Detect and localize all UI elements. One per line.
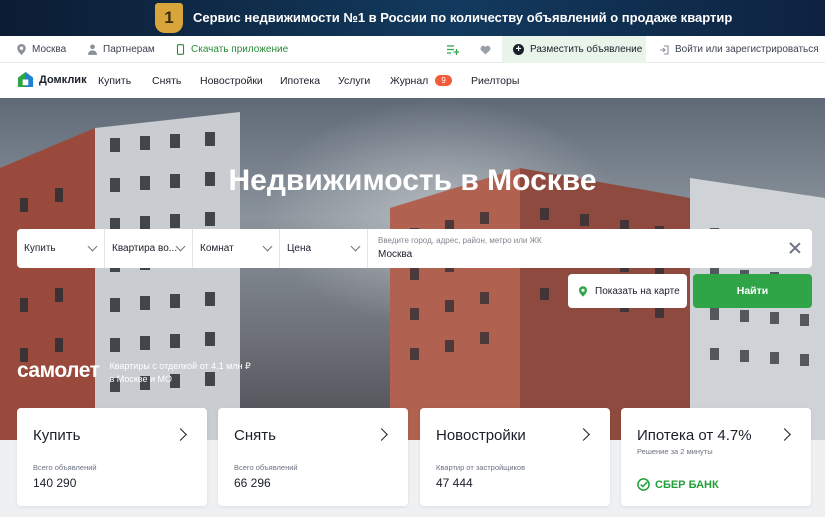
card-subtitle: Квартир от застройщиков xyxy=(436,463,526,472)
address-placeholder: Введите город, адрес, район, метро или Ж… xyxy=(378,236,542,245)
nav-item-rent[interactable]: Снять xyxy=(152,63,181,98)
nav-item-new-buildings[interactable]: Новостройки xyxy=(200,63,263,98)
utility-bar: Москва Партнерам Скачать приложение + Ра… xyxy=(0,36,825,63)
building-left-image xyxy=(0,112,240,440)
card-title: Ипотека от 4.7% xyxy=(637,427,752,444)
download-app-label: Скачать приложение xyxy=(191,44,289,55)
nav-item-label: Снять xyxy=(152,74,182,87)
card-title: Новостройки xyxy=(436,427,526,444)
nav-item-buy[interactable]: Купить xyxy=(98,63,131,98)
login-link[interactable]: Войти или зарегистрироваться xyxy=(659,36,819,63)
find-button[interactable]: Найти xyxy=(693,274,812,308)
domclick-logo[interactable]: Домклик xyxy=(17,71,87,88)
nav-item-label: Купить xyxy=(98,74,132,87)
post-ad-button[interactable]: + Разместить объявление xyxy=(502,36,646,63)
promo-text: Сервис недвижимости №1 в России по колич… xyxy=(193,10,733,25)
show-on-map-label: Показать на карте xyxy=(595,285,680,297)
map-pin-icon xyxy=(579,285,587,297)
hero-section: Недвижимость в Москве xyxy=(0,98,825,440)
developer-ad-text: Квартиры с отделкой от 4,1 млн ₽ в Москв… xyxy=(109,360,250,386)
card-title: Купить xyxy=(33,427,81,444)
favorites-button[interactable] xyxy=(480,36,491,63)
address-input[interactable]: Введите город, адрес, район, метро или Ж… xyxy=(368,229,812,268)
nav-item-services[interactable]: Услуги xyxy=(338,63,370,98)
promo-banner[interactable]: 1 Сервис недвижимости №1 в России по кол… xyxy=(0,0,825,36)
sber-label: СБЕР БАНК xyxy=(655,478,719,491)
card-subtitle: Всего объявлений xyxy=(33,463,97,472)
add-list-icon xyxy=(447,44,459,55)
post-ad-label: Разместить объявление xyxy=(530,44,643,55)
rooms-value: Комнат xyxy=(200,243,234,254)
card-title: Снять xyxy=(234,427,276,444)
chevron-right-icon xyxy=(375,428,388,441)
main-nav: Домклик Купить Снять Новостройки Ипотека… xyxy=(0,63,825,98)
search-bar: Купить Квартира во... Комнат Цена Введит… xyxy=(17,229,812,268)
compare-button[interactable] xyxy=(447,36,459,63)
find-label: Найти xyxy=(736,285,769,297)
card-subtitle: Решение за 2 минуты xyxy=(637,447,713,456)
price-select[interactable]: Цена xyxy=(280,229,368,268)
award-badge-icon: 1 xyxy=(155,3,183,33)
city-label: Москва xyxy=(32,44,67,55)
deal-type-value: Купить xyxy=(24,243,56,254)
developer-ad-line1: Квартиры с отделкой от 4,1 млн ₽ xyxy=(109,361,251,371)
price-value: Цена xyxy=(287,243,312,254)
page-title: Недвижимость в Москве xyxy=(228,164,597,197)
phone-icon xyxy=(176,44,185,55)
logo-text: Домклик xyxy=(39,73,87,86)
nav-item-realtors[interactable]: Риелторы xyxy=(471,63,519,98)
heart-icon xyxy=(480,45,491,55)
city-selector[interactable]: Москва xyxy=(17,36,66,63)
nav-item-mortgage[interactable]: Ипотека xyxy=(280,63,320,98)
nav-item-label: Новостройки xyxy=(200,74,263,87)
card-count: 66 296 xyxy=(234,476,271,490)
developer-ad[interactable]: самолет Квартиры с отделкой от 4,1 млн ₽… xyxy=(17,359,251,386)
login-label: Войти или зарегистрироваться xyxy=(675,44,819,55)
address-value: Москва xyxy=(378,249,413,260)
location-pin-icon xyxy=(17,44,26,55)
show-on-map-button[interactable]: Показать на карте xyxy=(568,274,687,308)
chevron-down-icon xyxy=(350,241,361,252)
developer-ad-line2: в Москве и МО xyxy=(109,374,172,384)
clear-icon[interactable] xyxy=(788,241,802,255)
plus-circle-icon: + xyxy=(513,44,524,55)
sberbank-logo: СБЕР БАНК xyxy=(637,478,719,491)
rooms-select[interactable]: Комнат xyxy=(193,229,280,268)
card-new-buildings[interactable]: Новостройки Квартир от застройщиков 47 4… xyxy=(420,408,610,506)
partners-link[interactable]: Партнерам xyxy=(88,36,155,63)
nav-item-label: Журнал xyxy=(390,74,429,87)
journal-count-badge: 9 xyxy=(435,75,452,86)
person-icon xyxy=(88,44,97,55)
property-type-select[interactable]: Квартира во... xyxy=(105,229,193,268)
deal-type-select[interactable]: Купить xyxy=(17,229,105,268)
house-logo-icon xyxy=(17,71,34,88)
chevron-right-icon xyxy=(778,428,791,441)
nav-item-label: Риелторы xyxy=(471,74,520,87)
nav-item-label: Ипотека xyxy=(280,74,321,87)
partners-label: Партнерам xyxy=(103,44,155,55)
card-buy[interactable]: Купить Всего объявлений 140 290 xyxy=(17,408,207,506)
sber-check-icon xyxy=(637,478,650,491)
card-rent[interactable]: Снять Всего объявлений 66 296 xyxy=(218,408,408,506)
chevron-down-icon xyxy=(262,241,273,252)
property-type-value: Квартира во... xyxy=(112,243,178,254)
nav-item-journal[interactable]: Журнал 9 xyxy=(390,63,452,98)
nav-item-label: Услуги xyxy=(338,74,371,87)
chevron-right-icon xyxy=(174,428,187,441)
card-subtitle: Всего объявлений xyxy=(234,463,298,472)
chevron-right-icon xyxy=(577,428,590,441)
samolet-logo: самолет xyxy=(17,359,100,382)
chevron-down-icon xyxy=(87,241,98,252)
card-count: 140 290 xyxy=(33,476,77,490)
login-icon xyxy=(660,44,669,55)
card-mortgage[interactable]: Ипотека от 4.7% Решение за 2 минуты СБЕР… xyxy=(621,408,811,506)
card-count: 47 444 xyxy=(436,476,473,490)
download-app-link[interactable]: Скачать приложение xyxy=(176,36,288,63)
